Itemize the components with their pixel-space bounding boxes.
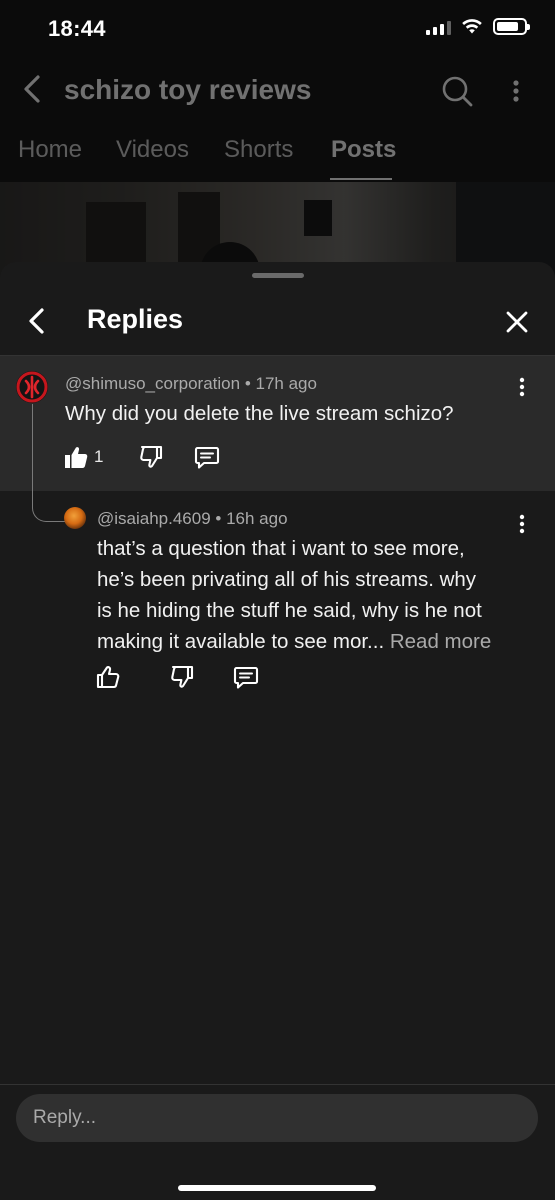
comment-actions: 1 <box>62 443 221 471</box>
close-icon[interactable] <box>503 308 531 336</box>
like-count: 1 <box>94 447 104 466</box>
comment-text: Why did you delete the live stream schiz… <box>65 402 454 425</box>
thumbs-down-icon[interactable] <box>137 443 165 471</box>
comment-meta: @shimuso_corporation • 17h ago <box>65 374 317 394</box>
tab-home[interactable]: Home <box>18 136 82 164</box>
status-time: 18:44 <box>48 16 106 41</box>
comment-icon[interactable] <box>193 443 221 471</box>
comment-author[interactable]: @shimuso_corporation <box>65 374 240 393</box>
shimuso-logo-icon <box>16 371 48 403</box>
more-vert-icon[interactable] <box>506 76 526 106</box>
wifi-icon <box>462 19 482 34</box>
more-vert-icon[interactable] <box>516 376 528 398</box>
meta-separator: • <box>244 374 256 393</box>
reply-text-line: making it available to see mor... <box>97 630 385 653</box>
active-tab-indicator <box>330 178 392 180</box>
cellular-signal-icon <box>426 19 451 35</box>
avatar[interactable] <box>64 507 86 529</box>
replies-sheet: Replies @shimuso_corporation • 17h ago W… <box>0 262 555 1200</box>
reply-text-line: is he hiding the stuff he said, why is h… <box>97 599 482 622</box>
search-icon[interactable] <box>440 74 474 108</box>
reply-input[interactable]: Reply... <box>16 1094 538 1142</box>
tab-videos[interactable]: Videos <box>116 136 189 164</box>
reply-comment: @isaiahp.4609 • 16h ago that’s a questio… <box>0 491 555 691</box>
reply-author[interactable]: @isaiahp.4609 <box>97 509 211 528</box>
status-icons <box>426 18 530 35</box>
read-more-link[interactable]: Read more <box>390 630 491 653</box>
avatar[interactable] <box>16 371 48 403</box>
reply-bar: Reply... <box>0 1084 555 1200</box>
thumbs-up-icon[interactable] <box>94 663 122 691</box>
tab-posts[interactable]: Posts <box>331 136 396 164</box>
sheet-title: Replies <box>87 304 184 334</box>
reply-age: 16h ago <box>226 509 288 528</box>
meta-separator: • <box>215 509 227 528</box>
comment-icon[interactable] <box>232 663 260 691</box>
parent-comment: @shimuso_corporation • 17h ago Why did y… <box>0 356 555 491</box>
channel-title: schizo toy reviews <box>64 74 312 105</box>
channel-page-background: schizo toy reviews Home Videos Shorts Po… <box>0 60 555 282</box>
back-chevron-icon[interactable] <box>24 306 50 336</box>
thumbs-up-icon[interactable] <box>62 443 90 471</box>
tab-shorts[interactable]: Shorts <box>224 136 293 164</box>
reply-actions <box>94 663 260 691</box>
reply-meta: @isaiahp.4609 • 16h ago <box>97 509 288 529</box>
comment-age: 17h ago <box>255 374 317 393</box>
reply-text: that’s a question that i want to see mor… <box>97 533 491 657</box>
battery-icon <box>493 18 530 35</box>
more-vert-icon[interactable] <box>516 513 528 535</box>
reply-text-last-line: making it available to see mor... Read m… <box>97 626 491 657</box>
drag-handle[interactable] <box>252 273 304 278</box>
home-indicator[interactable] <box>178 1185 376 1191</box>
sheet-header: Replies <box>0 286 555 356</box>
channel-header: schizo toy reviews <box>0 60 555 122</box>
thumbs-down-icon[interactable] <box>168 663 196 691</box>
reply-text-line: he’s been privating all of his streams. … <box>97 568 477 591</box>
status-bar: 18:44 <box>0 0 555 60</box>
chevron-left-icon[interactable] <box>18 72 48 106</box>
reply-text-line: that’s a question that i want to see mor… <box>97 537 465 560</box>
